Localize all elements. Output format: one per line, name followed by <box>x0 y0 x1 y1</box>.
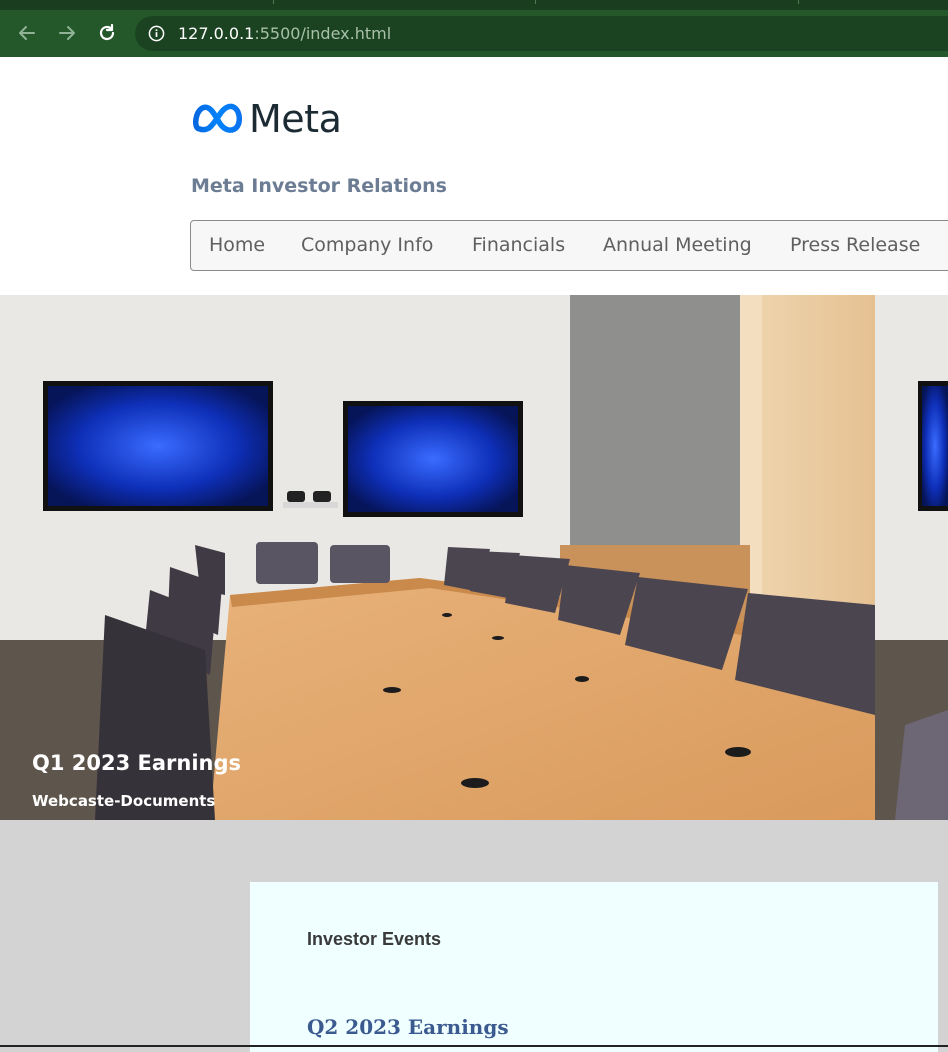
nav-item-home[interactable]: Home <box>209 234 265 256</box>
back-arrow-icon <box>19 26 35 40</box>
hero-title: Q1 2023 Earnings <box>32 751 242 775</box>
nav-item-financials[interactable]: Financials <box>472 234 565 256</box>
forward-arrow-icon <box>59 26 75 40</box>
meta-logo[interactable]: Meta <box>193 97 342 141</box>
hero-caption: Q1 2023 Earnings <box>32 751 241 775</box>
nav-item-press-release[interactable]: Press Release <box>790 234 920 256</box>
logo-wordmark: Meta <box>249 97 342 141</box>
url-host: 127.0.0.1 <box>178 24 255 43</box>
tab-separator <box>273 0 274 4</box>
url-text: 127.0.0.1:5500/index.html <box>178 24 391 43</box>
browser-tab-strip <box>0 0 948 10</box>
main-nav: Home Company Info Financials Annual Meet… <box>190 220 948 271</box>
address-bar[interactable]: 127.0.0.1:5500/index.html <box>135 16 948 51</box>
site-title: Meta Investor Relations <box>191 175 447 197</box>
meta-infinity-icon <box>193 103 242 133</box>
browser-toolbar: 127.0.0.1:5500/index.html <box>0 10 948 57</box>
event-link-q2-2023[interactable]: Q2 2023 Earnings <box>307 1015 509 1039</box>
conference-room-image <box>0 295 948 820</box>
hero-image-carousel[interactable] <box>0 295 948 820</box>
tab-separator <box>535 0 536 4</box>
nav-item-company-info[interactable]: Company Info <box>301 234 433 256</box>
tab-separator <box>798 0 799 4</box>
investor-events-heading: Investor Events <box>307 929 442 949</box>
hero-subtitle-link[interactable]: Webcaste-Documents <box>32 792 215 810</box>
nav-item-annual-meeting[interactable]: Annual Meeting <box>603 234 752 256</box>
url-path: :5500/index.html <box>254 24 392 43</box>
site-info-icon[interactable] <box>148 25 165 42</box>
back-button[interactable] <box>14 20 40 46</box>
reload-icon <box>99 23 115 41</box>
forward-button[interactable] <box>54 20 80 46</box>
reload-button[interactable] <box>94 20 120 46</box>
